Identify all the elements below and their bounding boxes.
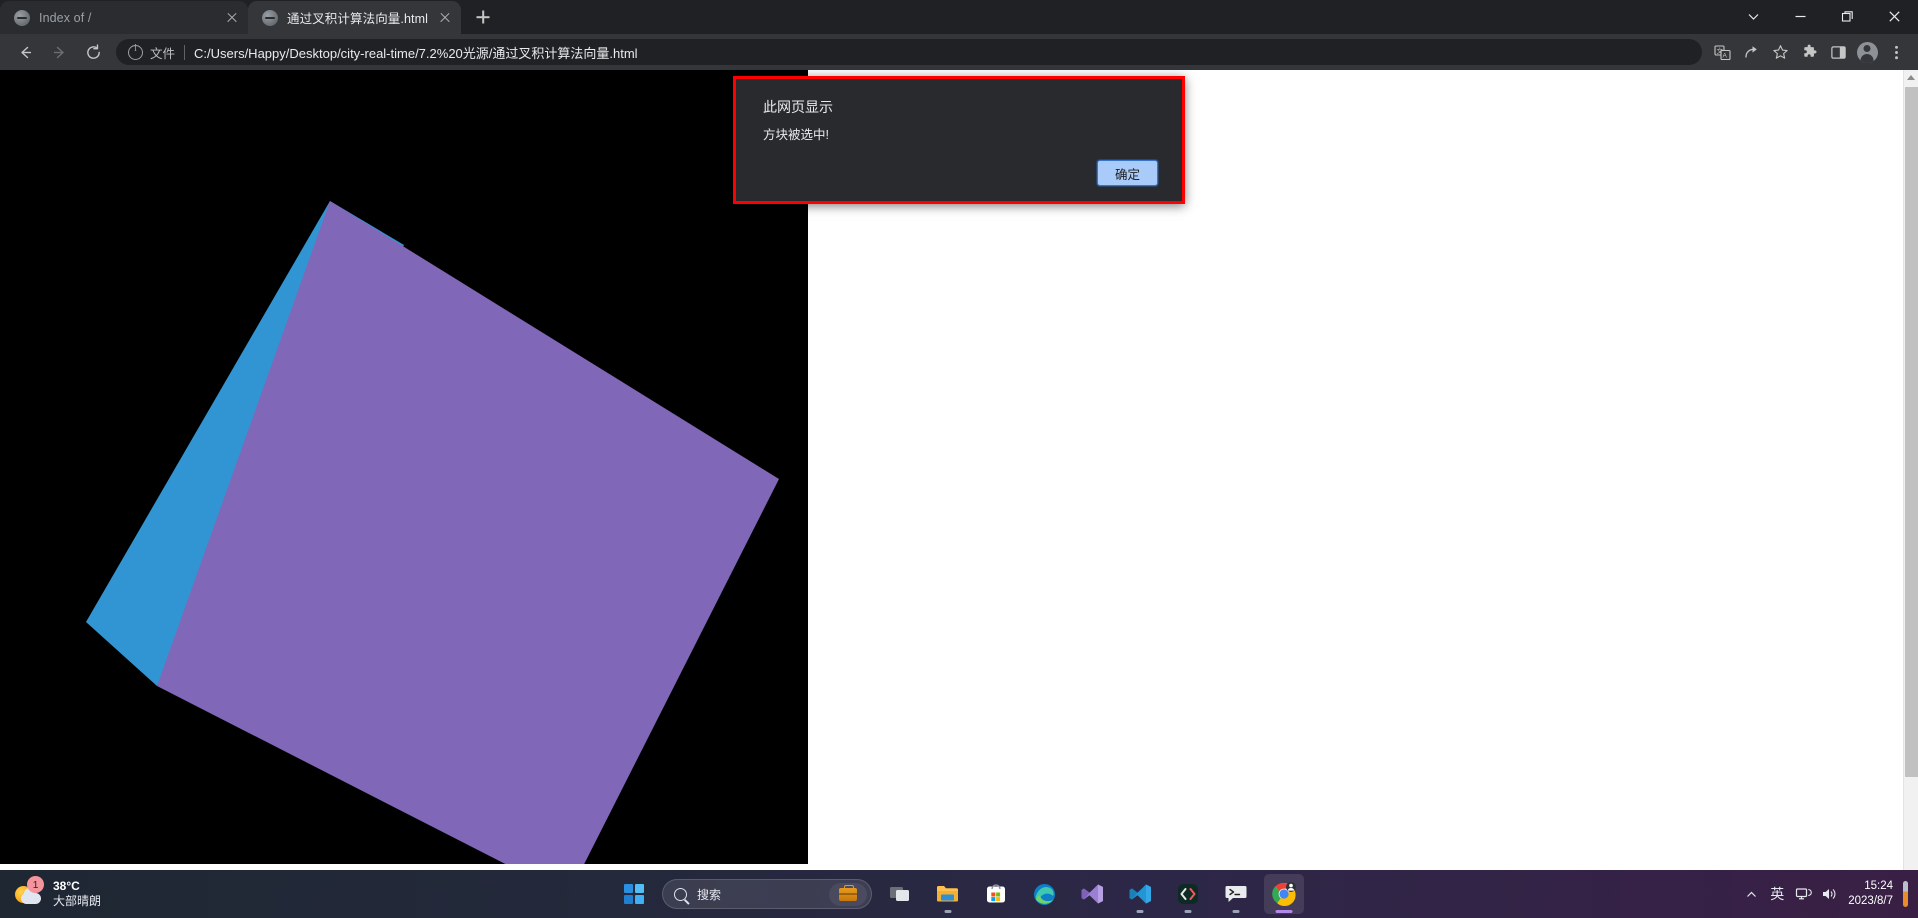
running-indicator (1232, 910, 1240, 913)
search-placeholder: 搜索 (697, 887, 722, 902)
rotated-cube-svg (86, 201, 779, 864)
tab-strip: Index of / 通过叉积计算法向量.html (0, 0, 1918, 34)
tab-title: Index of / (39, 10, 92, 25)
toolbar-right-icons: 文 A (1708, 38, 1910, 66)
taskbar-app-code-editor[interactable] (1168, 874, 1208, 914)
sun-cloud-icon: 1 (14, 876, 44, 908)
active-indicator (1275, 910, 1293, 913)
vertical-scrollbar[interactable] (1903, 70, 1918, 870)
weather-description: 大部晴朗 (53, 894, 102, 908)
minimize-button[interactable] (1777, 0, 1824, 32)
taskbar-app-visual-studio[interactable] (1072, 874, 1112, 914)
taskbar-search-box[interactable]: 搜索 (662, 879, 872, 909)
svg-text:A: A (1722, 52, 1727, 59)
taskbar-app-google-chrome[interactable] (1264, 874, 1304, 914)
dialog-title: 此网页显示 (763, 99, 833, 115)
search-icon (674, 887, 687, 901)
close-button[interactable] (1871, 0, 1918, 32)
running-indicator (944, 910, 952, 913)
profile-avatar-icon[interactable] (1853, 38, 1881, 66)
taskbar-app-microsoft-store[interactable] (976, 874, 1016, 914)
tab-close-icon[interactable] (437, 10, 453, 26)
share-icon[interactable] (1737, 38, 1765, 66)
tab-index-of[interactable]: Index of / (0, 1, 248, 34)
globe-icon (262, 9, 278, 26)
taskbar-app-microsoft-edge[interactable] (1024, 874, 1064, 914)
chrome-menu-icon[interactable] (1882, 38, 1910, 66)
window-controls (1730, 0, 1918, 32)
tab-search-chevron-down-icon[interactable] (1730, 0, 1777, 32)
scroll-up-arrow-icon[interactable] (1904, 70, 1918, 85)
omnibox-divider (184, 44, 186, 60)
taskbar-app-task-view[interactable] (880, 874, 920, 914)
globe-icon (14, 9, 30, 26)
address-bar[interactable]: 文件 C:/Users/Happy/Desktop/city-real-time… (116, 39, 1702, 65)
taskbar-center: 搜索 (614, 874, 1304, 914)
dialog-ok-button[interactable]: 确定 (1097, 160, 1158, 186)
tab-close-icon[interactable] (224, 10, 240, 26)
avatar (1856, 41, 1878, 63)
running-indicator (1136, 910, 1144, 913)
weather-temperature: 38°C (53, 878, 80, 893)
cloud-icon (21, 888, 41, 904)
volume-icon[interactable] (1816, 876, 1842, 912)
back-arrow-icon[interactable] (10, 37, 40, 67)
maximize-restore-button[interactable] (1824, 0, 1871, 32)
reload-icon[interactable] (78, 37, 108, 67)
dialog-message: 方块被选中! (763, 128, 829, 142)
tab-cross-product-normal-html[interactable]: 通过叉积计算法向量.html (248, 1, 461, 34)
clock-time: 15:24 (1864, 880, 1893, 893)
running-indicator (1184, 910, 1192, 913)
show-hidden-icons-chevron-up-icon[interactable] (1738, 876, 1764, 912)
forward-arrow-icon[interactable] (44, 37, 74, 67)
taskbar-app-vs-code[interactable] (1120, 874, 1160, 914)
notification-center-button[interactable] (1903, 881, 1908, 907)
weather-widget[interactable]: 1 38°C 大部晴朗 (14, 876, 174, 910)
notification-badge: 1 (27, 876, 44, 893)
scrollbar-thumb[interactable] (1905, 87, 1918, 777)
info-icon[interactable] (128, 43, 143, 60)
bookmark-star-icon[interactable] (1766, 38, 1794, 66)
screen: Index of / 通过叉积计算法向量.html i 文件 C:/Users/… (0, 0, 1918, 918)
taskbar-app-terminal[interactable] (1216, 874, 1256, 914)
new-tab-button[interactable] (469, 3, 497, 31)
briefcase-icon[interactable] (829, 883, 867, 906)
cube-front-face (157, 201, 779, 864)
extensions-puzzle-icon[interactable] (1795, 38, 1823, 66)
translate-icon[interactable]: 文 A (1708, 38, 1736, 66)
tab-title: 通过叉积计算法向量.html (287, 12, 428, 26)
side-panel-icon[interactable] (1824, 38, 1852, 66)
start-icon (623, 883, 645, 905)
taskbar-app-file-explorer[interactable] (928, 874, 968, 914)
system-tray: 英 15:24 2023/8/7 (1738, 876, 1908, 912)
javascript-alert-dialog: 此网页显示 方块被选中! 确定 (733, 76, 1185, 204)
weather-text: 38°C 大部晴朗 (53, 879, 101, 910)
ime-language-indicator[interactable]: 英 (1764, 876, 1790, 912)
omnibox-url-text: C:/Users/Happy/Desktop/city-real-time/7.… (194, 45, 638, 61)
windows-taskbar: 1 38°C 大部晴朗 搜索 英 15:24 2023/8/7 (0, 870, 1918, 918)
network-icon[interactable] (1790, 876, 1816, 912)
clock-date: 2023/8/7 (1848, 895, 1893, 907)
omnibox-scheme-label: 文件 (150, 46, 176, 61)
start-button[interactable] (614, 874, 654, 914)
browser-toolbar: 文件 C:/Users/Happy/Desktop/city-real-time… (0, 34, 1918, 70)
webgl-canvas[interactable] (0, 70, 808, 864)
taskbar-clock[interactable]: 15:24 2023/8/7 (1848, 879, 1893, 909)
